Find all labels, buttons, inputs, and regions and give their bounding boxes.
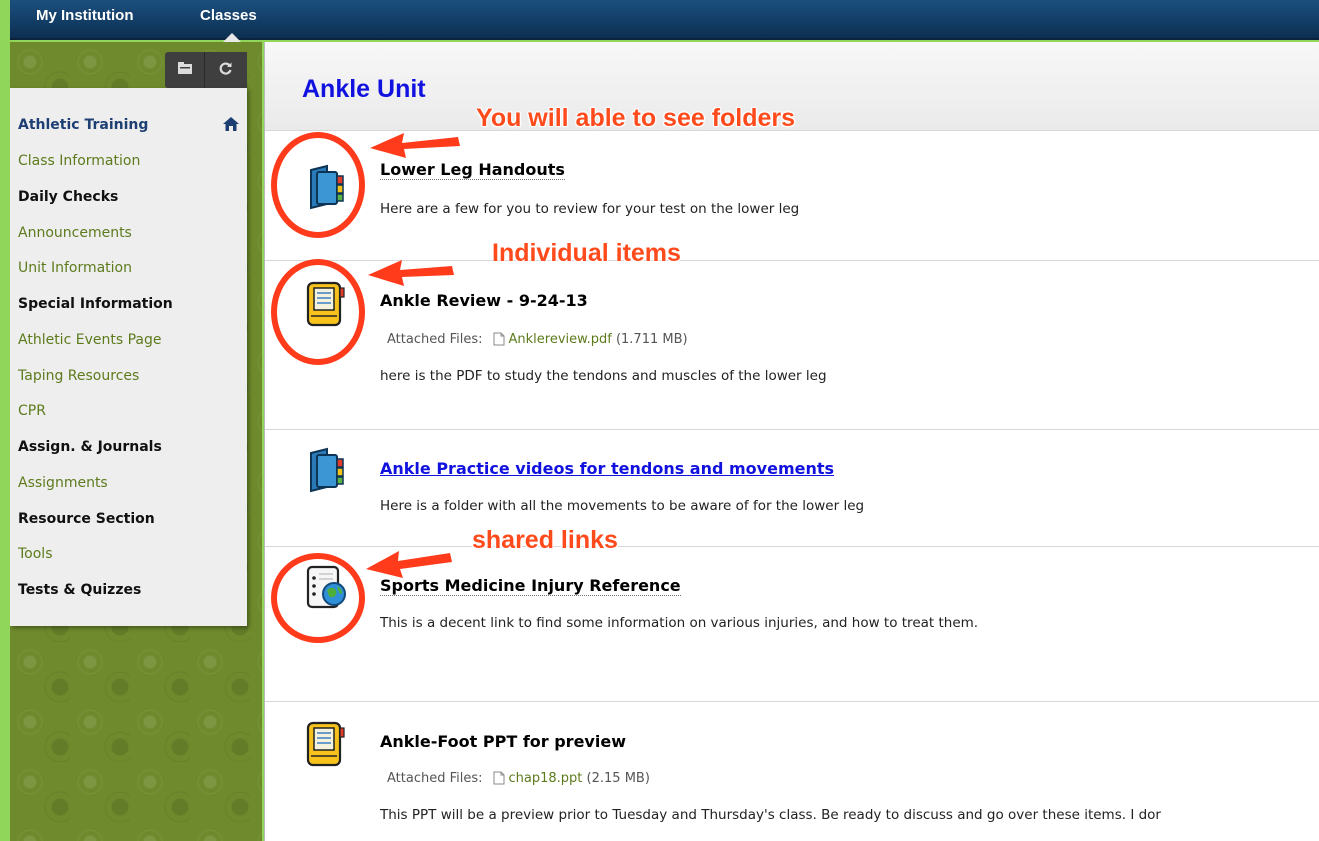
entry-description: Here are a few for you to review for you… — [380, 201, 800, 217]
menu-item-athletic-events-page[interactable]: Athletic Events Page — [18, 332, 161, 348]
entry-title-sports-medicine-injury-reference[interactable]: Sports Medicine Injury Reference — [380, 576, 681, 596]
entry-description: Here is a folder with all the movements … — [380, 498, 865, 514]
item-icon — [305, 720, 347, 772]
menu-heading-resource-section: Resource Section — [18, 511, 155, 527]
page-title: Ankle Unit — [302, 75, 426, 103]
content-area: Ankle Unit Lower Leg Handouts Here are a… — [264, 42, 1319, 841]
annotation-callout-links: shared links — [472, 526, 618, 554]
attached-files-row: Attached Files: chap18.ppt (2.15 MB) — [387, 771, 650, 789]
refresh-icon[interactable] — [206, 52, 246, 88]
attached-file-size: (1.711 MB) — [615, 332, 688, 347]
active-tab-indicator — [223, 33, 241, 42]
folder-icon — [303, 164, 349, 214]
folder-view-icon[interactable] — [165, 52, 205, 88]
entry-divider — [265, 546, 1319, 547]
menu-item-class-information[interactable]: Class Information — [18, 153, 140, 169]
file-icon — [493, 771, 505, 789]
attached-file-size: (2.15 MB) — [586, 771, 650, 786]
attached-files-label: Attached Files: — [387, 771, 483, 786]
attached-files-label: Attached Files: — [387, 332, 483, 347]
entry-divider — [265, 701, 1319, 702]
tab-classes[interactable]: Classes — [200, 7, 257, 24]
course-menu: Athletic Training Class Information Dail… — [10, 88, 247, 626]
entry-description: This is a decent link to find some infor… — [380, 615, 979, 631]
menu-item-tools[interactable]: Tools — [18, 546, 53, 562]
entry-title-ankle-practice-videos[interactable]: Ankle Practice videos for tendons and mo… — [380, 459, 834, 478]
entry-title-lower-leg-handouts[interactable]: Lower Leg Handouts — [380, 160, 565, 180]
attached-files-row: Attached Files: Anklereview.pdf (1.711 MB… — [387, 332, 688, 350]
entry-description: This PPT will be a preview prior to Tues… — [380, 807, 1161, 823]
menu-item-unit-information[interactable]: Unit Information — [18, 260, 132, 276]
tab-my-institution[interactable]: My Institution — [36, 7, 134, 24]
top-navigation-bar: My Institution Classes — [10, 0, 1319, 42]
file-icon — [493, 332, 505, 350]
menu-item-taping-resources[interactable]: Taping Resources — [18, 368, 139, 384]
home-icon[interactable] — [222, 116, 240, 136]
menu-heading-daily-checks: Daily Checks — [18, 189, 119, 205]
menu-heading-special-information: Special Information — [18, 296, 173, 312]
menu-heading-tests-quizzes: Tests & Quizzes — [18, 582, 142, 598]
menu-heading-assign-journals: Assign. & Journals — [18, 439, 162, 455]
annotation-callout-items: Individual items — [492, 239, 681, 267]
menu-item-announcements[interactable]: Announcements — [18, 225, 132, 241]
attached-file-link[interactable]: chap18.ppt — [509, 771, 583, 786]
entry-description: here is the PDF to study the tendons and… — [380, 368, 827, 384]
entry-title-ankle-review[interactable]: Ankle Review - 9-24-13 — [380, 291, 588, 310]
attached-file-link[interactable]: Anklereview.pdf — [509, 332, 612, 347]
menu-item-cpr[interactable]: CPR — [18, 403, 46, 419]
annotation-callout-folders: You will able to see folders — [476, 104, 796, 132]
menu-item-assignments[interactable]: Assignments — [18, 475, 108, 491]
course-menu-toolbar — [165, 52, 247, 88]
item-icon — [305, 280, 347, 332]
entry-divider — [265, 429, 1319, 430]
course-menu-title[interactable]: Athletic Training — [18, 117, 148, 133]
entry-title-ankle-foot-ppt[interactable]: Ankle-Foot PPT for preview — [380, 732, 626, 751]
entry-divider — [265, 260, 1319, 261]
folder-icon — [303, 447, 349, 497]
web-link-icon — [305, 564, 351, 616]
